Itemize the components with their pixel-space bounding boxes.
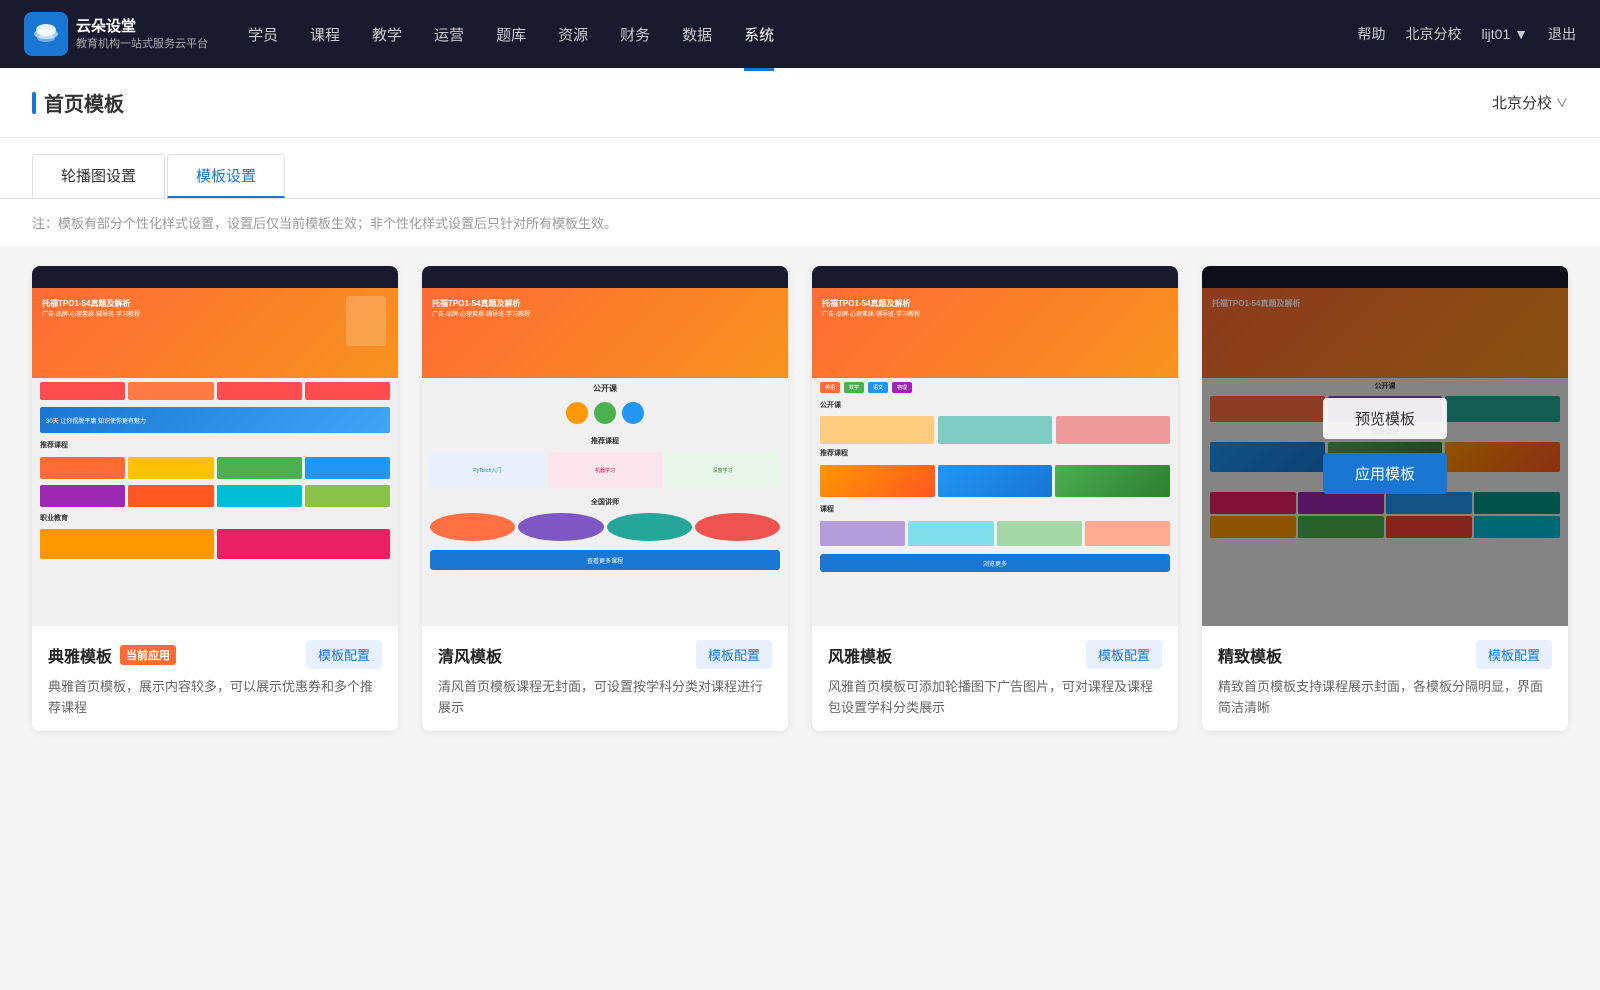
help-link[interactable]: 帮助 <box>1357 24 1385 44</box>
branch-selector[interactable]: 北京分校 ∨ <box>1492 92 1568 113</box>
config-button-4[interactable]: 模板配置 <box>1476 640 1552 669</box>
config-button-3[interactable]: 模板配置 <box>1086 640 1162 669</box>
page-container: 首页模板 北京分校 ∨ 轮播图设置 模板设置 注：模板有部分个性化样式设置，设置… <box>0 68 1600 771</box>
template-desc-4: 精致首页模板支持课程展示封面，各模板分隔明显，界面简洁清晰 <box>1218 677 1552 719</box>
nav-resources[interactable]: 资源 <box>558 20 588 49</box>
template-name-3: 风雅模板 <box>828 643 892 667</box>
template-info-1: 典雅模板 当前应用 模板配置 典雅首页模板，展示内容较多，可以展示优惠券和多个推… <box>32 626 398 731</box>
nav-links: 学员 课程 教学 运营 题库 资源 财务 数据 系统 <box>248 20 1357 49</box>
preview-button[interactable]: 预览模板 <box>1323 398 1447 439</box>
template-preview-3: 托福TPO1-54真题及解析 广告·品牌·心理素质·辅导班·学习教程 英语 数学… <box>812 266 1178 626</box>
tab-slideshow[interactable]: 轮播图设置 <box>32 154 165 198</box>
nav-right: 帮助 北京分校 lijt01 ▼ 退出 <box>1357 24 1576 44</box>
logo-icon <box>24 12 68 56</box>
nav-courses[interactable]: 课程 <box>310 20 340 49</box>
logout-button[interactable]: 退出 <box>1548 24 1576 44</box>
user-menu[interactable]: lijt01 ▼ <box>1481 26 1528 42</box>
config-button-2[interactable]: 模板配置 <box>696 640 772 669</box>
tabs: 轮播图设置 模板设置 <box>32 154 1568 198</box>
page-header: 首页模板 北京分校 ∨ <box>0 68 1600 138</box>
template-overlay: 预览模板 应用模板 <box>1202 266 1568 626</box>
nav-data[interactable]: 数据 <box>682 20 712 49</box>
chevron-down-icon: ∨ <box>1556 94 1568 111</box>
template-desc-3: 风雅首页模板可添加轮播图下广告图片，可对课程及课程包设置学科分类展示 <box>828 677 1162 719</box>
tab-template[interactable]: 模板设置 <box>167 154 285 198</box>
branch-link[interactable]: 北京分校 <box>1405 24 1461 44</box>
apply-button[interactable]: 应用模板 <box>1323 453 1447 494</box>
logo-text: 云朵设堂 教育机构一站式服务云平台 <box>76 17 208 51</box>
template-info-4: 精致模板 模板配置 精致首页模板支持课程展示封面，各模板分隔明显，界面简洁清晰 <box>1202 626 1568 731</box>
page-title: 首页模板 <box>32 88 124 117</box>
template-name-2: 清风模板 <box>438 643 502 667</box>
template-preview-1: 托福TPO1-54真题及解析 广告·品牌·心理素质·辅导班·学习教程 30天 让… <box>32 266 398 626</box>
template-preview-4: 预览模板 应用模板 托福TPO1-54真题及解析 公开课 <box>1202 266 1568 626</box>
config-button-1[interactable]: 模板配置 <box>306 640 382 669</box>
template-desc-2: 清风首页模板课程无封面，可设置按学科分类对课程进行展示 <box>438 677 772 719</box>
template-desc-1: 典雅首页模板，展示内容较多，可以展示优惠券和多个推荐课程 <box>48 677 382 719</box>
navbar: 云朵设堂 教育机构一站式服务云平台 学员 课程 教学 运营 题库 资源 财务 数… <box>0 0 1600 68</box>
tabs-container: 轮播图设置 模板设置 <box>0 138 1600 199</box>
nav-question-bank[interactable]: 题库 <box>496 20 526 49</box>
template-info-2: 清风模板 模板配置 清风首页模板课程无封面，可设置按学科分类对课程进行展示 <box>422 626 788 731</box>
template-card-4: 预览模板 应用模板 托福TPO1-54真题及解析 公开课 <box>1202 266 1568 731</box>
template-name-4: 精致模板 <box>1218 643 1282 667</box>
nav-teaching[interactable]: 教学 <box>372 20 402 49</box>
template-name-1: 典雅模板 当前应用 <box>48 643 176 667</box>
template-preview-2: 托福TPO1-54真题及解析 广告·品牌·心理素质·辅导班·学习教程 公开课 <box>422 266 788 626</box>
current-badge: 当前应用 <box>120 645 176 665</box>
template-card-3: 托福TPO1-54真题及解析 广告·品牌·心理素质·辅导班·学习教程 英语 数学… <box>812 266 1178 731</box>
note-bar: 注：模板有部分个性化样式设置，设置后仅当前模板生效；非个性化样式设置后只针对所有… <box>0 199 1600 246</box>
nav-students[interactable]: 学员 <box>248 20 278 49</box>
template-info-3: 风雅模板 模板配置 风雅首页模板可添加轮播图下广告图片，可对课程及课程包设置学科… <box>812 626 1178 731</box>
nav-operations[interactable]: 运营 <box>434 20 464 49</box>
nav-finance[interactable]: 财务 <box>620 20 650 49</box>
templates-grid: 托福TPO1-54真题及解析 广告·品牌·心理素质·辅导班·学习教程 30天 让… <box>0 246 1600 771</box>
template-card-1: 托福TPO1-54真题及解析 广告·品牌·心理素质·辅导班·学习教程 30天 让… <box>32 266 398 731</box>
logo[interactable]: 云朵设堂 教育机构一站式服务云平台 <box>24 12 208 56</box>
template-card-2: 托福TPO1-54真题及解析 广告·品牌·心理素质·辅导班·学习教程 公开课 <box>422 266 788 731</box>
nav-system[interactable]: 系统 <box>744 20 774 49</box>
